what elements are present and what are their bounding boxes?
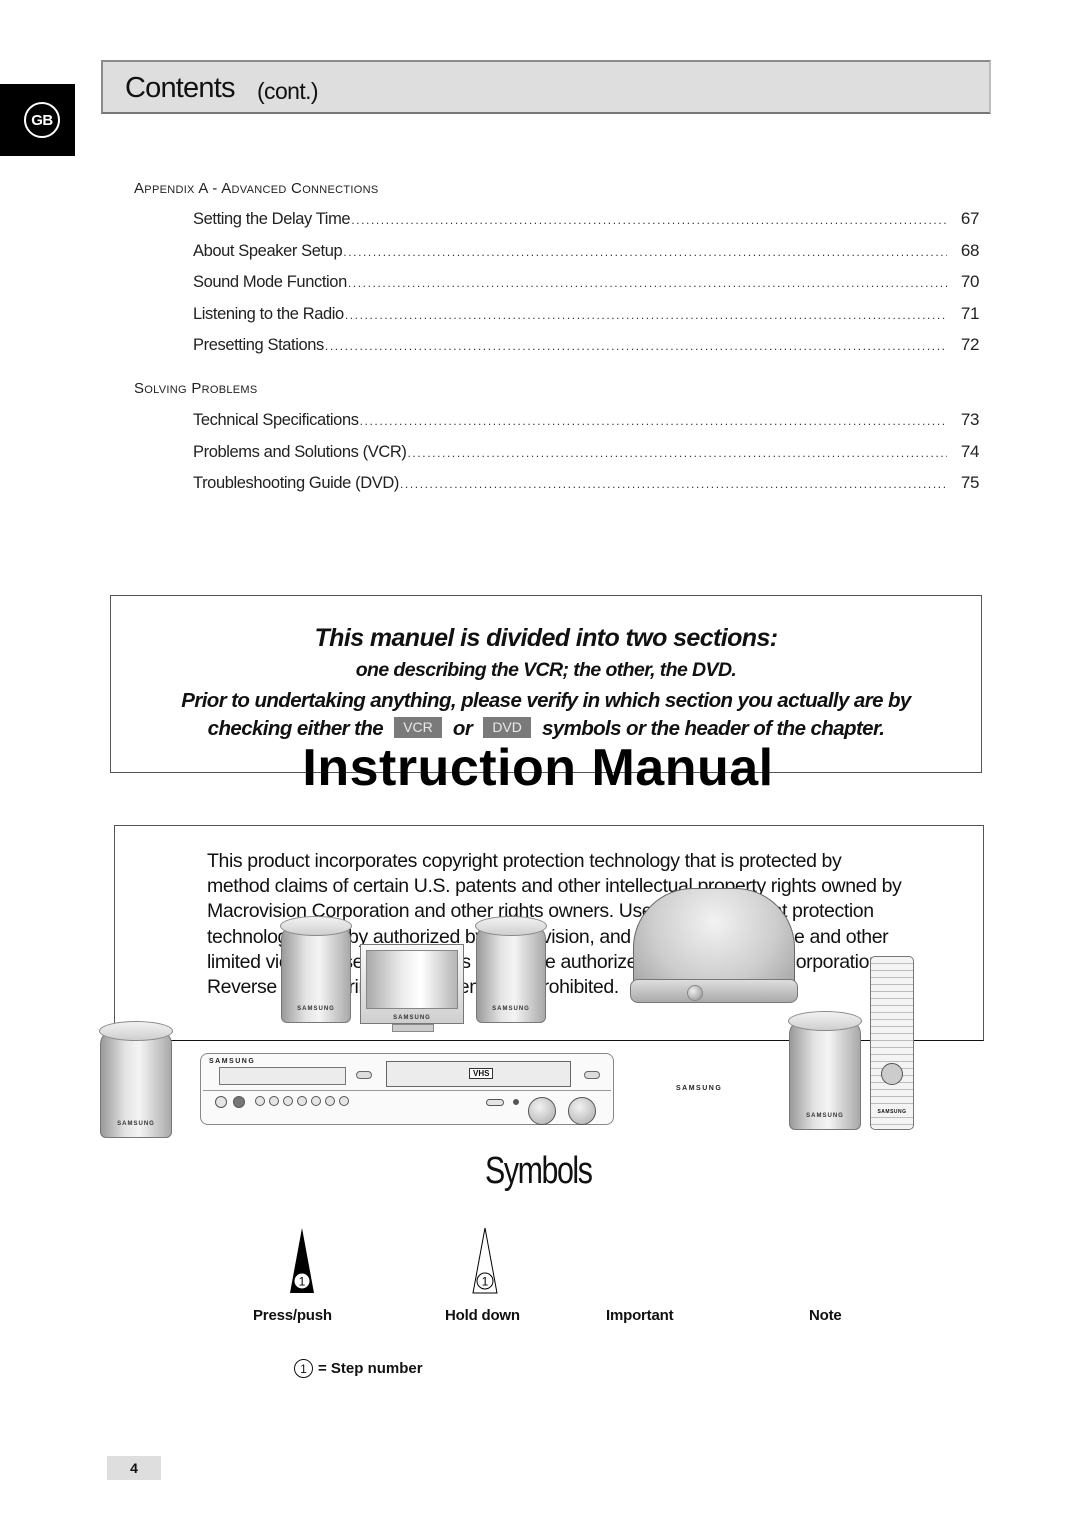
speaker-brand: SAMSUNG bbox=[297, 1006, 335, 1012]
symbols-title: Symbols bbox=[485, 1150, 593, 1192]
front-left-speaker-illustration: SAMSUNG bbox=[280, 916, 352, 1023]
phones-jack bbox=[513, 1099, 519, 1105]
toc-entry-label: Technical Specifications bbox=[193, 411, 359, 429]
stop-button bbox=[255, 1096, 265, 1106]
subwoofer-illustration bbox=[630, 888, 798, 1003]
toc-entry-page: 75 bbox=[960, 473, 980, 492]
front-right-speaker-illustration: SAMSUNG bbox=[475, 916, 547, 1023]
notice-text: symbols or the header of the chapter. bbox=[541, 717, 885, 740]
language-badge: GB bbox=[24, 102, 60, 138]
page-title: Contents bbox=[125, 72, 235, 104]
speaker-brand: SAMSUNG bbox=[492, 1006, 530, 1012]
toc-entry-label: Problems and Solutions (VCR) bbox=[193, 443, 407, 461]
rear-right-speaker-illustration: SAMSUNG bbox=[788, 1011, 862, 1130]
remote-brand: SAMSUNG bbox=[871, 1109, 913, 1115]
eject-button bbox=[584, 1071, 600, 1079]
step-number-text: 1 bbox=[482, 1275, 489, 1289]
center-speaker-illustration: SAMSUNG bbox=[360, 944, 464, 1024]
page-number: 4 bbox=[107, 1456, 161, 1480]
page-subtitle: (cont.) bbox=[257, 78, 319, 104]
toc-entry[interactable]: Troubleshooting Guide (DVD) 75 bbox=[193, 473, 979, 497]
toc-entry[interactable]: Presetting Stations 72 bbox=[193, 335, 979, 359]
toc-entry[interactable]: Problems and Solutions (VCR) 74 bbox=[193, 442, 979, 466]
center-speaker-grille bbox=[366, 950, 458, 1009]
rear-left-speaker-illustration: SAMSUNG bbox=[99, 1021, 173, 1138]
copy-button bbox=[339, 1096, 349, 1106]
cassette-slot: VHS bbox=[386, 1061, 571, 1087]
toc-entry-page: 67 bbox=[960, 209, 980, 228]
speaker-brand: SAMSUNG bbox=[117, 1121, 155, 1127]
toc-entry[interactable]: Sound Mode Function 70 bbox=[193, 272, 979, 296]
toc-entry-label: Presetting Stations bbox=[193, 336, 324, 354]
toc-leader-dots bbox=[360, 414, 947, 428]
instruction-manual-title: Instruction Manual bbox=[0, 738, 1080, 798]
dvd-vcr-unit-illustration: SAMSUNG VHS bbox=[200, 1053, 614, 1125]
toc-entry-label: Troubleshooting Guide (DVD) bbox=[193, 474, 399, 492]
toc-entry[interactable]: About Speaker Setup 68 bbox=[193, 241, 979, 265]
function-button bbox=[233, 1096, 245, 1108]
fast-forward-button bbox=[297, 1096, 307, 1106]
notice-line: one describing the VCR; the other, the D… bbox=[355, 659, 737, 681]
select-knob bbox=[528, 1097, 556, 1125]
play-button bbox=[283, 1096, 293, 1106]
toc-entry-label: Setting the Delay Time bbox=[193, 210, 351, 228]
symbol-caption-hold-down: Hold down bbox=[445, 1307, 520, 1324]
ball-illustration bbox=[687, 985, 703, 1001]
unit-brand: SAMSUNG bbox=[209, 1058, 256, 1065]
dvd-symbol-chip: DVD bbox=[483, 717, 531, 738]
toc-entry[interactable]: Setting the Delay Time 67 bbox=[193, 209, 979, 233]
toc-leader-dots bbox=[348, 276, 947, 290]
toc-leader-dots bbox=[325, 339, 947, 353]
toc-entry[interactable]: Listening to the Radio 71 bbox=[193, 304, 979, 328]
notice-text: or bbox=[452, 717, 473, 740]
toc-leader-dots bbox=[343, 245, 947, 259]
toc-entry-label: Sound Mode Function bbox=[193, 273, 347, 291]
step-number-legend: 1 = Step number bbox=[294, 1359, 423, 1378]
disc-tray bbox=[219, 1067, 346, 1085]
symbol-caption-important: Important bbox=[606, 1307, 674, 1324]
toc-entry-page: 72 bbox=[960, 335, 980, 354]
speaker-brand: SAMSUNG bbox=[806, 1113, 844, 1119]
step-number-text: 1 bbox=[299, 1275, 306, 1289]
step-number-icon: 1 bbox=[294, 1359, 313, 1378]
press-push-icon: 1 bbox=[290, 1228, 314, 1293]
dvd-vcr-button bbox=[325, 1096, 335, 1106]
symbol-caption-note: Note bbox=[809, 1307, 842, 1324]
brand-label: SAMSUNG bbox=[676, 1085, 723, 1092]
remote-control-illustration: SAMSUNG bbox=[870, 956, 914, 1130]
toc-entry[interactable]: Technical Specifications 73 bbox=[193, 410, 979, 434]
instruction-manual-title-text: Instruction Manual bbox=[302, 739, 774, 797]
toc-entry-page: 73 bbox=[960, 410, 980, 429]
toc-leader-dots bbox=[400, 477, 947, 491]
toc-entry-page: 70 bbox=[960, 272, 980, 291]
toc-leader-dots bbox=[345, 308, 947, 322]
toc-leader-dots bbox=[351, 213, 947, 227]
hold-down-icon: 1 bbox=[472, 1227, 498, 1294]
step-number-legend-text: = Step number bbox=[318, 1360, 423, 1377]
vhs-logo: VHS bbox=[469, 1068, 494, 1079]
toc-section-title: Appendix A - Advanced Connections bbox=[134, 180, 379, 197]
toc-entry-page: 71 bbox=[960, 304, 980, 323]
center-speaker-stand bbox=[392, 1024, 434, 1032]
vcr-symbol-chip: VCR bbox=[394, 717, 442, 738]
notice-heading: This manuel is divided into two sections… bbox=[314, 624, 779, 652]
toc-entry-label: About Speaker Setup bbox=[193, 242, 343, 260]
toc-entry-page: 74 bbox=[960, 442, 980, 461]
toc-section-title: Solving Problems bbox=[134, 380, 258, 397]
notice-line: Prior to undertaking anything, please ve… bbox=[181, 689, 911, 712]
toc-leader-dots bbox=[407, 446, 947, 460]
speaker-brand: SAMSUNG bbox=[393, 1015, 431, 1021]
toc-entry-page: 68 bbox=[960, 241, 980, 260]
open-close-button bbox=[356, 1071, 372, 1079]
tv-video-button bbox=[486, 1099, 504, 1106]
notice-text: checking either the bbox=[207, 717, 384, 740]
record-button bbox=[311, 1096, 321, 1106]
toc-entry-label: Listening to the Radio bbox=[193, 305, 344, 323]
power-button bbox=[215, 1096, 227, 1108]
symbol-caption-press-push: Press/push bbox=[253, 1307, 332, 1324]
volume-knob bbox=[568, 1097, 596, 1125]
contents-header: Contents (cont.) bbox=[101, 60, 991, 114]
remote-dpad bbox=[881, 1063, 903, 1085]
rewind-button bbox=[269, 1096, 279, 1106]
